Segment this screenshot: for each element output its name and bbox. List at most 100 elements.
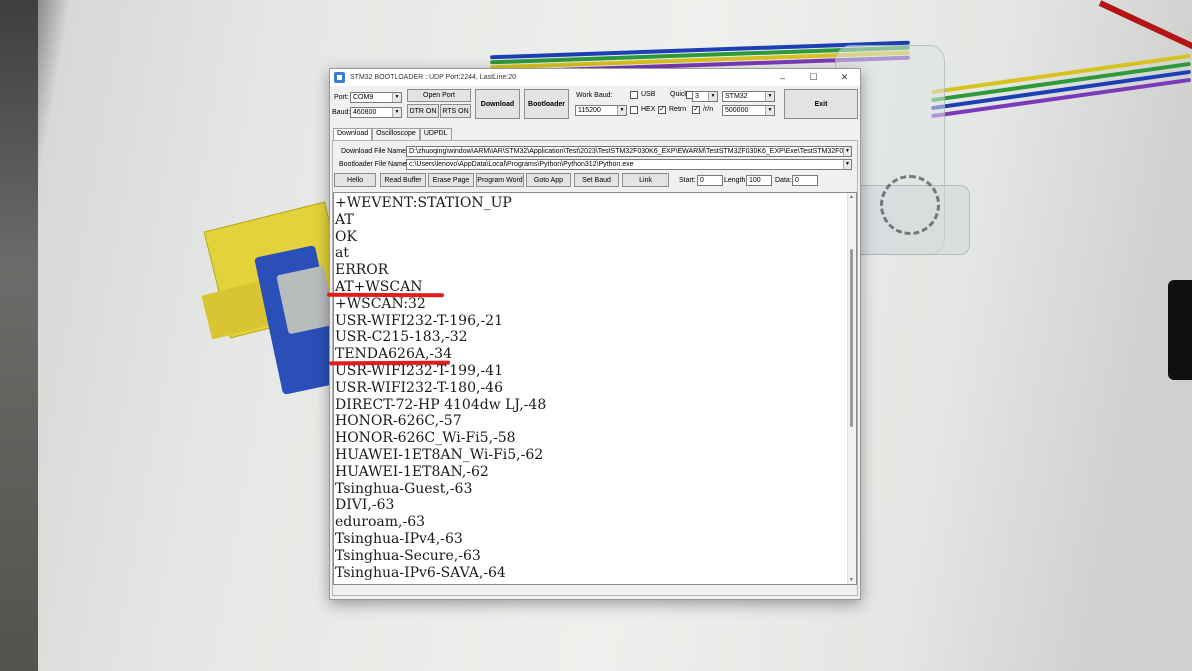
second-baud-value: 500000 xyxy=(725,107,749,114)
length-label: Length: xyxy=(724,177,748,184)
download-file-value: D:\zhuoqing\window\ARM\IAR\STM32\Applica… xyxy=(409,148,844,155)
hex-checkbox[interactable] xyxy=(630,106,638,114)
bootloader-file-label: Bootloader File Name: xyxy=(339,161,409,168)
status-strip xyxy=(333,586,857,594)
console-line: DIRECT-72-HP 4104dw LJ,-48 xyxy=(335,396,547,413)
link-button[interactable]: Link xyxy=(622,173,669,187)
spring xyxy=(880,175,940,235)
usb-checkbox[interactable] xyxy=(630,91,638,99)
chevron-down-icon: ▼ xyxy=(708,92,717,101)
window-controls: – ☐ ✕ xyxy=(767,69,860,86)
rts-on-button[interactable]: RTS ON xyxy=(440,104,471,118)
program-word-button[interactable]: Program Word xyxy=(476,173,524,187)
background-photo-edge xyxy=(0,0,38,671)
start-label: Start: xyxy=(679,177,696,184)
download-file-label: Download File Name: xyxy=(341,148,408,155)
bootloader-file-field[interactable]: c:\Users\lenovo\AppData\Local\Programs\P… xyxy=(406,159,852,170)
chevron-down-icon[interactable]: ▼ xyxy=(843,160,851,169)
baud-value: 460800 xyxy=(353,109,377,116)
console-line: DIVI,-63 xyxy=(335,497,395,514)
console-line: ERROR xyxy=(335,262,389,279)
hello-button[interactable]: Hello xyxy=(334,173,376,187)
console-line: +WEVENT:STATION_UP xyxy=(335,195,512,211)
goto-app-button[interactable]: Goto App xyxy=(526,173,571,187)
chevron-down-icon: ▼ xyxy=(765,92,774,101)
console-output[interactable]: +WEVENT:STATION_UP AT OK at ERROR AT+WSCAN +WS… xyxy=(333,192,857,585)
tab-download[interactable]: Download xyxy=(333,128,373,140)
console-line: Tsinghua-Guest,-63 xyxy=(335,480,473,497)
console-line: HONOR-626C,-57 xyxy=(335,413,462,430)
chip-select[interactable]: STM32 ▼ xyxy=(722,91,775,102)
console-line: HUAWEI-1ET8AN_Wi-Fi5,-62 xyxy=(335,446,544,463)
baud-label: Baud: xyxy=(332,109,351,116)
console-line: HUAWEI-1ET8AN,-62 xyxy=(335,463,489,480)
quick-value: 3 xyxy=(695,93,699,100)
tab-oscilloscope[interactable]: Oscilloscope xyxy=(372,128,420,140)
usb-label: USB xyxy=(641,91,656,98)
port-label: Port: xyxy=(334,94,349,101)
rn-label: /r/n xyxy=(703,106,714,113)
close-button[interactable]: ✕ xyxy=(829,69,860,86)
data-field[interactable]: 0 xyxy=(792,175,818,186)
console-line: +WSCAN:32 xyxy=(335,295,426,312)
port-value: COM9 xyxy=(353,94,374,101)
console-line: USR-WIFI232-T-199,-41 xyxy=(335,362,503,379)
hex-label: HEX xyxy=(641,106,656,113)
read-buffer-button[interactable]: Read Buffer xyxy=(380,173,426,187)
erase-page-button[interactable]: Erase Page xyxy=(428,173,474,187)
chevron-down-icon: ▼ xyxy=(392,93,401,102)
console-line: OK xyxy=(335,228,357,245)
retrn-checkbox[interactable]: ✓ xyxy=(658,106,666,114)
second-baud-select[interactable]: 500000 ▼ xyxy=(722,105,775,116)
scroll-up-icon[interactable]: ▲ xyxy=(849,194,854,200)
console-line: USR-WIFI232-T-196,-21 xyxy=(335,312,503,329)
work-baud-label: Work Baud: xyxy=(576,92,613,99)
console-line: USR-C215-183,-32 xyxy=(335,329,468,346)
quick-select[interactable]: 3 ▼ xyxy=(692,91,718,102)
dtr-on-button[interactable]: DTR ON xyxy=(407,104,439,118)
console-line: at xyxy=(335,245,349,262)
check-icon: ✓ xyxy=(659,106,665,113)
start-field[interactable]: 0 xyxy=(697,175,723,186)
console-line: Tsinghua-Secure,-63 xyxy=(335,547,481,564)
set-baud-button[interactable]: Set Baud xyxy=(574,173,619,187)
tab-strip: Download Oscilloscope UDPDL xyxy=(333,128,452,140)
work-baud-value: 115200 xyxy=(578,107,601,114)
console-line: Tsinghua-IPv6-SAVA,-64 xyxy=(335,564,506,581)
console-scrollbar[interactable]: ▲ ▼ xyxy=(847,193,856,584)
highlight-underline-tenda xyxy=(328,360,451,366)
bootloader-window: STM32 BOOTLOADER : UDP Port:2244, LastLi… xyxy=(329,68,861,600)
port-select[interactable]: COM9 ▼ xyxy=(350,92,402,103)
maximize-button[interactable]: ☐ xyxy=(798,69,829,86)
scrollbar-thumb[interactable] xyxy=(850,249,853,427)
console-line: USR-WIFI232-T-180,-46 xyxy=(335,379,503,396)
baud-select[interactable]: 460800 ▼ xyxy=(350,107,402,118)
black-object xyxy=(1168,280,1192,380)
rn-checkbox[interactable]: ✓ xyxy=(692,106,700,114)
window-title: STM32 BOOTLOADER : UDP Port:2244, LastLi… xyxy=(350,74,517,81)
check-icon: ✓ xyxy=(693,106,699,113)
work-baud-select[interactable]: 115200 ▼ xyxy=(575,105,627,116)
chevron-down-icon: ▼ xyxy=(392,108,401,117)
download-button[interactable]: Download xyxy=(475,89,520,119)
chevron-down-icon[interactable]: ▼ xyxy=(843,147,851,156)
chevron-down-icon: ▼ xyxy=(765,106,774,115)
title-bar[interactable]: STM32 BOOTLOADER : UDP Port:2244, LastLi… xyxy=(330,69,860,86)
app-icon xyxy=(334,72,345,83)
chevron-down-icon: ▼ xyxy=(617,106,626,115)
scroll-down-icon[interactable]: ▼ xyxy=(849,577,854,583)
highlight-underline-wscan xyxy=(326,292,445,298)
length-field[interactable]: 100 xyxy=(746,175,772,186)
chip-value: STM32 xyxy=(725,93,748,100)
console-line: AT xyxy=(335,211,354,228)
open-port-button[interactable]: Open Port xyxy=(407,89,471,102)
download-file-field[interactable]: D:\zhuoqing\window\ARM\IAR\STM32\Applica… xyxy=(406,146,852,157)
minimize-button[interactable]: – xyxy=(767,69,798,86)
console-line: Tsinghua-IPv4,-63 xyxy=(335,530,463,547)
data-label: Data: xyxy=(775,177,792,184)
bootloader-file-value: c:\Users\lenovo\AppData\Local\Programs\P… xyxy=(409,161,634,168)
bootloader-button[interactable]: Bootloader xyxy=(524,89,569,119)
retrn-label: Retrn xyxy=(669,106,687,113)
exit-button[interactable]: Exit xyxy=(784,89,858,119)
tab-udpdl[interactable]: UDPDL xyxy=(419,128,452,140)
